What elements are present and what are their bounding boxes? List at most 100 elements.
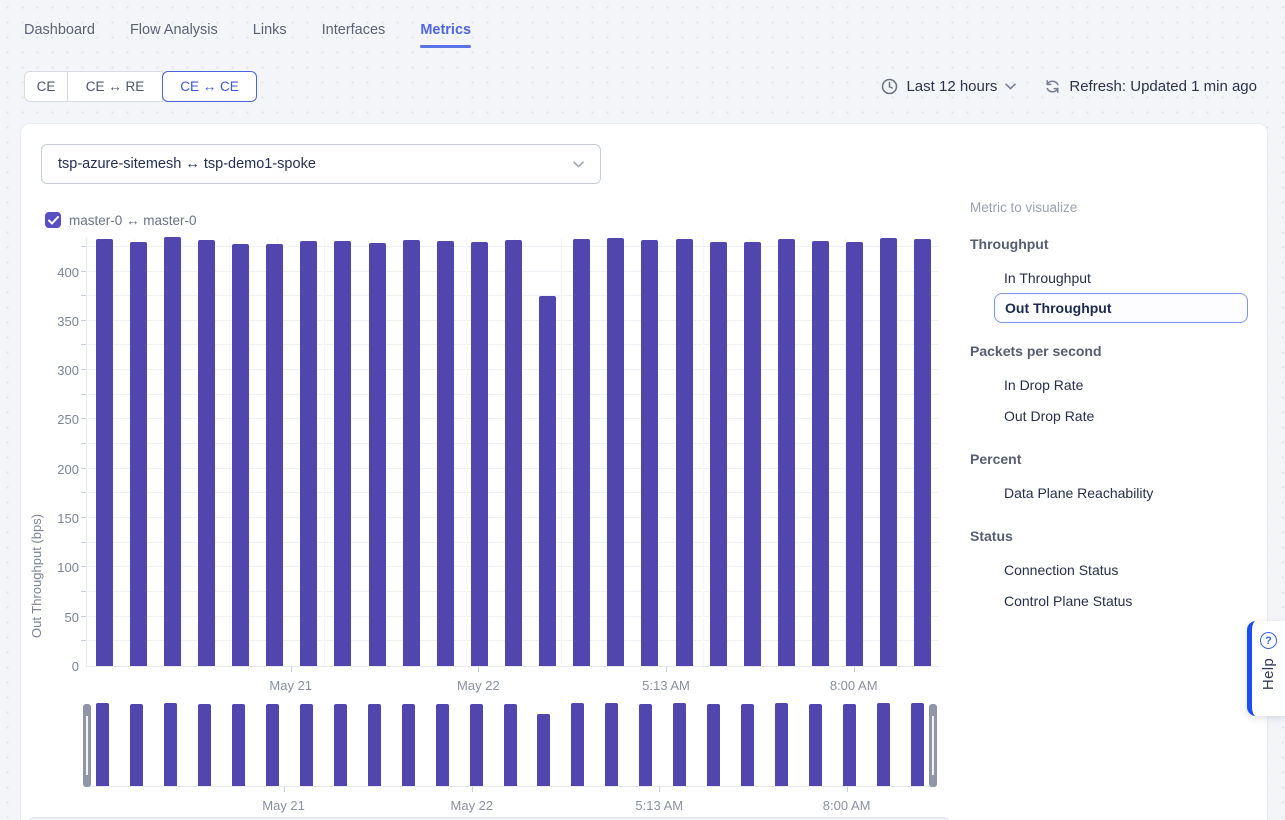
y-tick <box>81 394 86 395</box>
x-tick <box>472 787 473 792</box>
chart-bar[interactable] <box>266 244 283 666</box>
series-checkbox[interactable] <box>45 212 61 228</box>
minimap-bar <box>300 704 313 786</box>
minimap-bar <box>436 704 449 786</box>
group-heading-packets-per-second: Packets per second <box>970 343 1102 359</box>
metric-item-out-throughput[interactable]: Out Throughput <box>994 293 1248 323</box>
chart-bar[interactable] <box>778 239 795 666</box>
tab-ce-ce[interactable]: CE ↔ CE <box>162 71 257 102</box>
x-tick-label: 5:13 AM <box>635 798 683 813</box>
chart-bar[interactable] <box>676 239 693 666</box>
y-tick <box>81 492 86 493</box>
series-legend[interactable]: master-0 ↔ master-0 <box>45 212 197 228</box>
y-tick <box>81 468 86 469</box>
chart-bar[interactable] <box>198 240 215 666</box>
chart-bar[interactable] <box>812 241 829 666</box>
minimap-bar <box>164 703 177 786</box>
minimap-bar <box>537 714 550 786</box>
chart-bar[interactable] <box>471 242 488 666</box>
pair-selector[interactable]: tsp-azure-sitemesh ↔ tsp-demo1-spoke <box>41 144 601 184</box>
main-chart-x-axis: May 21May 225:13 AM8:00 AM <box>86 667 939 701</box>
minimap-bar <box>605 703 618 786</box>
x-tick <box>291 667 292 672</box>
chart-bar[interactable] <box>96 239 113 666</box>
gridline <box>182 238 183 666</box>
y-tick <box>81 320 86 321</box>
y-axis-tick-label: 400 <box>57 265 79 280</box>
refresh-control[interactable]: Refresh: Updated 1 min ago <box>1044 78 1257 95</box>
y-axis-tick-label: 150 <box>57 511 79 526</box>
y-axis-tick-label: 350 <box>57 314 79 329</box>
y-axis-tick-label: 300 <box>57 363 79 378</box>
chart-bar[interactable] <box>300 241 317 666</box>
nav-item-interfaces[interactable]: Interfaces <box>322 22 386 48</box>
gridline <box>798 238 799 666</box>
time-range-label: Last 12 hours <box>906 78 997 95</box>
minimap-bar <box>809 704 822 786</box>
chart-bar[interactable] <box>505 240 522 666</box>
minimap-bar <box>368 704 381 786</box>
brush-handle-left[interactable] <box>83 704 91 787</box>
metric-item-in-throughput[interactable]: In Throughput <box>1004 270 1091 286</box>
metric-item-out-drop-rate[interactable]: Out Drop Rate <box>1004 408 1094 424</box>
minimap-bar <box>843 704 856 786</box>
nav-item-dashboard[interactable]: Dashboard <box>24 22 95 48</box>
minimap-bar <box>266 704 279 786</box>
main-chart-plot[interactable] <box>86 238 939 667</box>
chart-bar[interactable] <box>369 243 386 666</box>
gridline <box>229 238 230 666</box>
clock-icon <box>881 78 898 95</box>
x-tick <box>847 787 848 792</box>
nav-item-metrics[interactable]: Metrics <box>420 22 471 48</box>
y-tick <box>81 517 86 518</box>
y-tick <box>81 616 86 617</box>
chart-bar[interactable] <box>641 240 658 666</box>
chart-bar[interactable] <box>914 239 931 666</box>
brush-handle-right[interactable] <box>929 704 937 787</box>
refresh-icon <box>1044 78 1061 95</box>
y-tick <box>81 271 86 272</box>
minimap-bar <box>775 703 788 786</box>
time-range-dropdown[interactable]: Last 12 hours <box>881 78 1016 95</box>
y-axis-labels: 050100150200250300350400 <box>21 238 79 667</box>
minimap-x-axis: May 21May 225:13 AM8:00 AM <box>86 787 934 817</box>
pair-selector-value: tsp-azure-sitemesh ↔ tsp-demo1-spoke <box>58 156 573 172</box>
nav-item-links[interactable]: Links <box>253 22 287 48</box>
minimap-bar <box>673 703 686 786</box>
x-tick-label: May 21 <box>269 678 312 693</box>
metric-item-control-plane-status[interactable]: Control Plane Status <box>1004 593 1132 609</box>
chart-bar[interactable] <box>573 239 590 666</box>
y-tick <box>81 591 86 592</box>
y-tick <box>81 418 86 419</box>
chart-bar[interactable] <box>232 244 249 666</box>
x-tick-label: May 22 <box>451 798 494 813</box>
chart-bar[interactable] <box>607 238 624 666</box>
chart-bar[interactable] <box>880 238 897 666</box>
tab-ce[interactable]: CE <box>24 71 68 102</box>
chart-bar[interactable] <box>744 242 761 666</box>
chart-bar[interactable] <box>539 296 556 666</box>
nav-item-flow-analysis[interactable]: Flow Analysis <box>130 22 218 48</box>
x-tick-label: 5:13 AM <box>642 678 690 693</box>
help-tab[interactable]: ? Help <box>1247 621 1285 716</box>
chart-bar[interactable] <box>130 242 147 666</box>
tab-ce-re[interactable]: CE ↔ RE <box>68 71 163 102</box>
y-tick <box>81 640 86 641</box>
metric-item-data-plane-reachability[interactable]: Data Plane Reachability <box>1004 485 1153 501</box>
chart-bar[interactable] <box>403 240 420 666</box>
metric-item-connection-status[interactable]: Connection Status <box>1004 562 1118 578</box>
y-axis-tick-label: 250 <box>57 412 79 427</box>
chart-bar[interactable] <box>710 242 727 666</box>
chart-bar[interactable] <box>437 241 454 666</box>
view-tab-group: CE CE ↔ RE CE ↔ CE <box>24 71 257 102</box>
chart-bar[interactable] <box>164 237 181 666</box>
gridline <box>561 238 562 666</box>
chart-bar[interactable] <box>334 241 351 666</box>
x-tick <box>284 787 285 792</box>
y-tick <box>81 566 86 567</box>
chart-bar[interactable] <box>846 242 863 666</box>
metric-item-in-drop-rate[interactable]: In Drop Rate <box>1004 377 1083 393</box>
refresh-status-label: Refresh: Updated 1 min ago <box>1069 78 1257 95</box>
minimap-bar <box>571 703 584 786</box>
minimap-plot[interactable] <box>86 704 934 787</box>
